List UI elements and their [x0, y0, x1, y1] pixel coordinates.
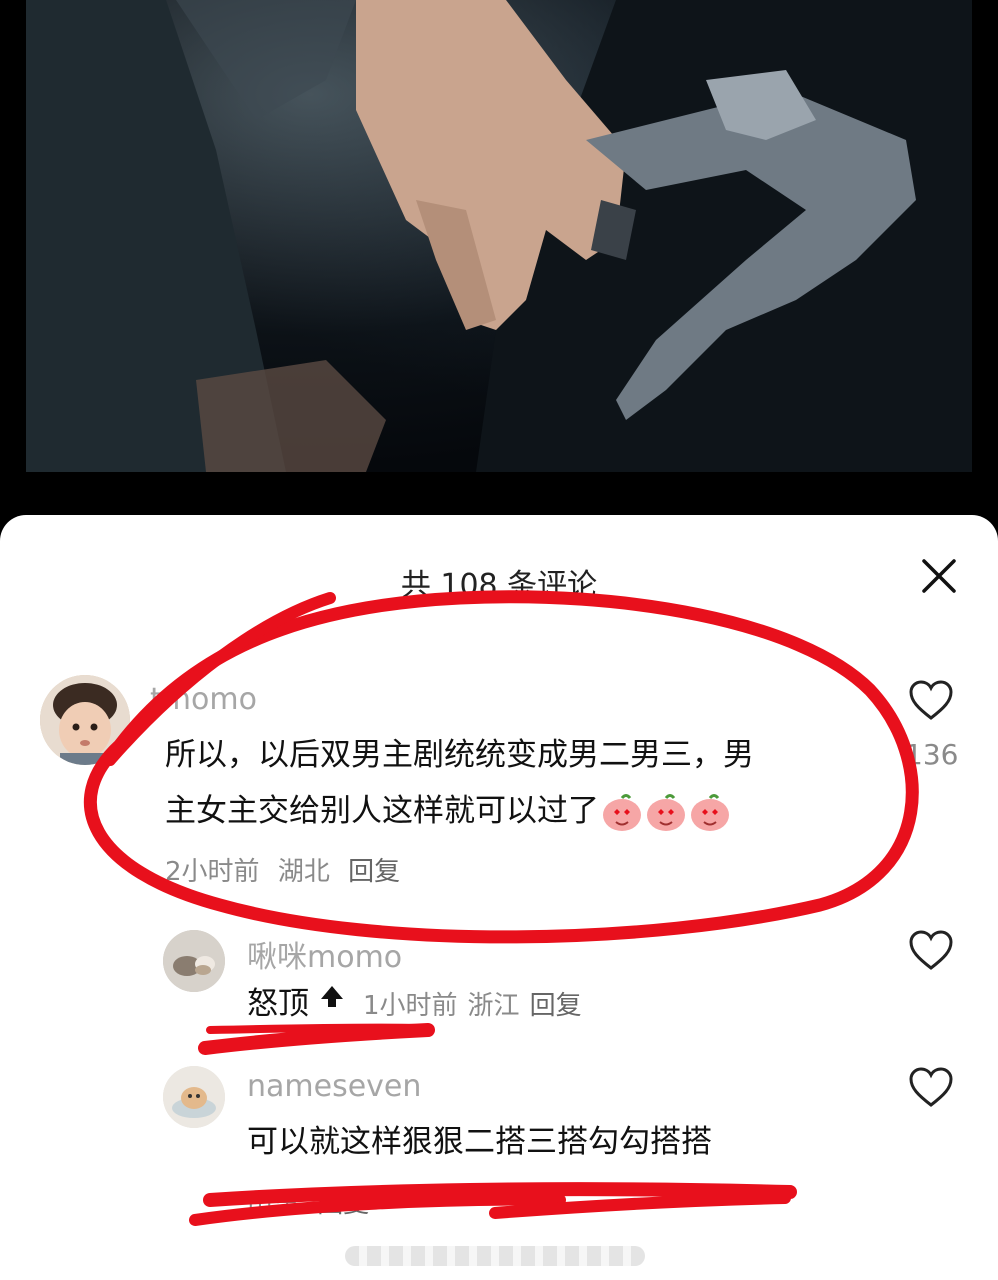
like-count: 136	[905, 738, 959, 771]
like-button[interactable]	[908, 930, 954, 976]
reply-button[interactable]: 回复	[348, 857, 400, 887]
like-button[interactable]	[908, 1067, 954, 1113]
heart-icon	[909, 930, 953, 970]
comment-text: 可以就这样狠狠二搭三搭勾勾搭搭	[247, 1124, 712, 1160]
comment-count-title: 共 108 条评论	[400, 568, 598, 603]
comment-text-line: 所以，以后双男主剧统统变成男二男三，男	[165, 737, 754, 773]
comment-username[interactable]: tmomo	[150, 682, 257, 717]
heart-eyes-emoji-icon	[645, 792, 687, 834]
comment-username[interactable]: 啾咪momo	[247, 932, 402, 976]
heart-eyes-emoji-icon	[689, 792, 731, 834]
avatar[interactable]	[163, 1066, 225, 1128]
comment-meta: 山东 回复	[247, 1183, 379, 1220]
avatar[interactable]	[40, 675, 130, 765]
comment-text-content: 怒顶	[247, 986, 309, 1022]
reply-button[interactable]: 回复	[317, 1189, 369, 1219]
comment-location: 山东	[247, 1189, 300, 1219]
video-still	[26, 0, 972, 472]
comment-text: 所以，以后双男主剧统统变成男二男三，男 主女主交给别人这样就可以过了	[165, 727, 754, 839]
close-icon	[922, 559, 956, 593]
comment-username[interactable]: nameseven	[247, 1069, 421, 1104]
avatar[interactable]	[163, 930, 225, 992]
video-frame[interactable]	[26, 0, 972, 472]
heart-eyes-emoji-icon	[601, 792, 643, 834]
heart-icon	[909, 680, 953, 720]
bottom-scroll-indicator	[345, 1246, 645, 1266]
heart-icon	[909, 1067, 953, 1107]
comment-text: 怒顶 TOP 1小时前 浙江 回复	[247, 976, 592, 1042]
comment-meta: 1小时前 浙江 回复	[363, 991, 592, 1021]
comment-text-line-content: 主女主交给别人这样就可以过了	[165, 793, 599, 829]
reply-button[interactable]: 回复	[530, 991, 582, 1021]
comment-location: 浙江	[467, 991, 520, 1021]
comment-location: 湖北	[277, 857, 330, 887]
comment-time: 1小时前	[363, 991, 458, 1021]
top-badge-icon: TOP	[315, 985, 349, 1042]
like-button[interactable]	[908, 680, 954, 726]
comment-meta: 2小时前 湖北 回复	[165, 851, 410, 888]
comment-time: 2小时前	[165, 857, 260, 887]
top-badge-label: TOP	[315, 1026, 343, 1042]
close-button[interactable]	[915, 552, 963, 600]
comment-text-line: 主女主交给别人这样就可以过了	[165, 783, 754, 839]
